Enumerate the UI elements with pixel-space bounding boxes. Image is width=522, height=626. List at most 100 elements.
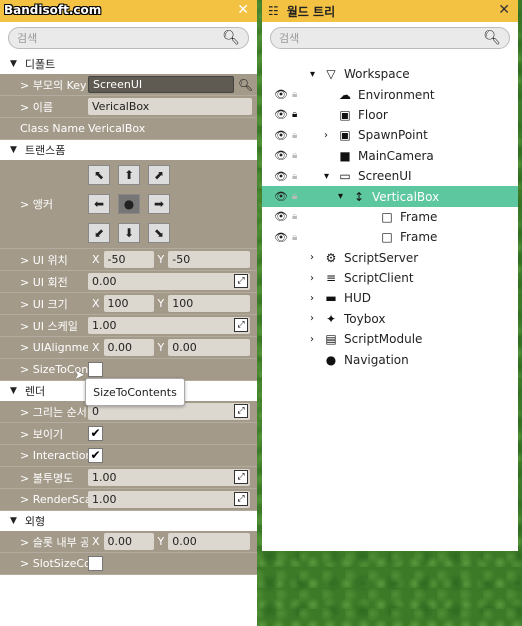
tree-item[interactable]: ▾ ▽ Workspace: [262, 64, 518, 84]
lock-icon[interactable]: 🔒︎: [292, 150, 297, 161]
parent-key-field[interactable]: ScreenUI: [88, 76, 234, 93]
render-scale-row: > RenderSca 1.00 ⤢: [0, 489, 257, 511]
expand-icon[interactable]: ⤢: [234, 274, 248, 288]
interaction-checkbox[interactable]: ✔: [88, 448, 103, 463]
eye-icon[interactable]: 👁︎: [274, 149, 288, 162]
expand-toggle-icon[interactable]: ›: [324, 130, 336, 141]
expand-toggle-icon[interactable]: ›: [310, 293, 322, 304]
eye-icon[interactable]: 👁︎: [274, 210, 288, 223]
ui-rotation-field[interactable]: 0.00 ⤢: [88, 273, 250, 290]
tree-item-label: Environment: [358, 87, 435, 102]
ui-position-y-field[interactable]: -50: [168, 251, 251, 268]
expand-toggle-icon[interactable]: ›: [310, 334, 322, 345]
eye-icon[interactable]: 👁︎: [274, 190, 288, 203]
lock-icon[interactable]: 🔒︎: [292, 232, 297, 243]
search-placeholder: 검색: [17, 32, 38, 45]
anchor-top-left-button[interactable]: ⬉: [88, 165, 110, 185]
ui-size-y-field[interactable]: 100: [168, 295, 251, 312]
tree-item[interactable]: 👁︎ 🔒︎ □ Frame: [262, 227, 518, 247]
anchor-bottom-left-button[interactable]: ⬋: [88, 223, 110, 243]
anchor-center-button[interactable]: ●: [118, 194, 140, 214]
slot-size-checkbox[interactable]: [88, 556, 103, 571]
draw-order-value: 0: [92, 405, 99, 418]
render-scale-field[interactable]: 1.00 ⤢: [88, 491, 250, 508]
tree-item[interactable]: › ⚙ ScriptServer: [262, 248, 518, 268]
tree-item[interactable]: 👁︎ 🔒︎ ☁ Environment: [262, 84, 518, 104]
search-icon[interactable]: 🔍︎: [238, 78, 253, 92]
lock-icon[interactable]: 🔒︎: [292, 109, 297, 120]
tree-item-label: ScriptClient: [344, 271, 414, 286]
expand-toggle-icon[interactable]: ›: [310, 313, 322, 324]
anchor-bottom-button[interactable]: ⬇: [118, 223, 140, 243]
eye-icon[interactable]: 👁︎: [274, 108, 288, 121]
expand-icon[interactable]: ⤢: [234, 492, 248, 506]
tree-item[interactable]: › ≡ ScriptClient: [262, 268, 518, 288]
ui-position-x-field[interactable]: -50: [103, 251, 154, 268]
render-scale-value: 1.00: [92, 493, 117, 506]
ui-rotation-row: > UI 회전 0.00 ⤢: [0, 271, 257, 293]
node-icon: ▭: [339, 169, 351, 184]
section-default[interactable]: ▼ 디폴트: [0, 54, 257, 74]
search-icon[interactable]: 🔍︎: [483, 30, 501, 46]
lock-icon[interactable]: 🔒︎: [292, 171, 297, 182]
tree-item[interactable]: 👁︎ 🔒︎ ▾ ↕ VerticalBox: [262, 186, 518, 207]
field-label: > UIAlignmen: [20, 341, 88, 354]
section-label: 디폴트: [24, 58, 56, 71]
search-placeholder: 검색: [279, 32, 300, 45]
close-icon[interactable]: ✕: [498, 2, 510, 18]
ui-alignment-y-field[interactable]: 0.00: [168, 339, 251, 356]
anchor-bottom-right-button[interactable]: ⬊: [148, 223, 170, 243]
field-label: > SlotSizeCon: [20, 557, 88, 570]
slot-padding-x-field[interactable]: 0.00: [103, 533, 154, 550]
eye-icon[interactable]: 👁︎: [274, 231, 288, 244]
anchor-top-button[interactable]: ⬆: [118, 165, 140, 185]
expand-toggle-icon[interactable]: ▾: [310, 69, 322, 80]
expand-icon[interactable]: ⤢: [234, 470, 248, 484]
expand-toggle-icon[interactable]: ›: [310, 252, 322, 263]
anchor-left-button[interactable]: ⬅: [88, 194, 110, 214]
expand-toggle-icon[interactable]: ›: [310, 273, 322, 284]
tree-item[interactable]: 👁︎ 🔒︎ ■ MainCamera: [262, 146, 518, 166]
ui-alignment-x-field[interactable]: 0.00: [103, 339, 154, 356]
close-icon[interactable]: ✕: [237, 2, 249, 18]
lock-icon[interactable]: 🔒︎: [292, 89, 297, 100]
tree-item[interactable]: › ✦ Toybox: [262, 309, 518, 329]
expand-toggle-icon[interactable]: ▾: [324, 171, 336, 182]
anchor-right-button[interactable]: ➡: [148, 194, 170, 214]
lock-icon[interactable]: 🔒︎: [292, 211, 297, 222]
ui-rotation-value: 0.00: [92, 275, 117, 288]
visible-checkbox[interactable]: ✔: [88, 426, 103, 441]
slot-padding-y-field[interactable]: 0.00: [168, 533, 251, 550]
tree-item[interactable]: › ▤ ScriptModule: [262, 329, 518, 349]
search-input[interactable]: 검색 🔍︎: [8, 27, 249, 49]
field-label: > UI 회전: [20, 275, 68, 289]
expand-icon[interactable]: ⤢: [234, 404, 248, 418]
x-label: X: [92, 253, 100, 266]
lock-icon[interactable]: 🔒︎: [292, 130, 297, 141]
ui-scale-field[interactable]: 1.00 ⤢: [88, 317, 250, 334]
world-tree-titlebar: ☷ 월드 트리 ✕: [262, 0, 518, 22]
node-icon: ▣: [339, 107, 351, 122]
lock-icon[interactable]: 🔒︎: [292, 191, 297, 202]
tree-item[interactable]: 👁︎ 🔒︎ ▾ ▭ ScreenUI: [262, 166, 518, 186]
size-to-contents-checkbox[interactable]: [88, 362, 103, 377]
eye-icon[interactable]: 👁︎: [274, 88, 288, 101]
eye-icon[interactable]: 👁︎: [274, 129, 288, 142]
tree-item[interactable]: › ▬ HUD: [262, 288, 518, 308]
opacity-field[interactable]: 1.00 ⤢: [88, 469, 250, 486]
section-transform[interactable]: ▼ 트랜스폼: [0, 140, 257, 160]
eye-icon[interactable]: 👁︎: [274, 170, 288, 183]
tree-item[interactable]: 👁︎ 🔒︎ □ Frame: [262, 207, 518, 227]
search-icon[interactable]: 🔍︎: [222, 30, 240, 46]
expand-icon[interactable]: ⤢: [234, 318, 248, 332]
name-field[interactable]: VericalBox: [88, 98, 252, 115]
section-appearance[interactable]: ▼ 외형: [0, 511, 257, 531]
anchor-top-right-button[interactable]: ⬈: [148, 165, 170, 185]
ui-size-x-field[interactable]: 100: [103, 295, 154, 312]
search-input[interactable]: 검색 🔍︎: [270, 27, 510, 49]
tree-item[interactable]: 👁︎ 🔒︎ › ▣ SpawnPoint: [262, 125, 518, 145]
expand-toggle-icon[interactable]: ▾: [338, 191, 350, 202]
tree-item[interactable]: 👁︎ 🔒︎ ▣ Floor: [262, 105, 518, 125]
node-icon: ≡: [325, 271, 337, 286]
tree-item[interactable]: ● Navigation: [262, 349, 518, 369]
